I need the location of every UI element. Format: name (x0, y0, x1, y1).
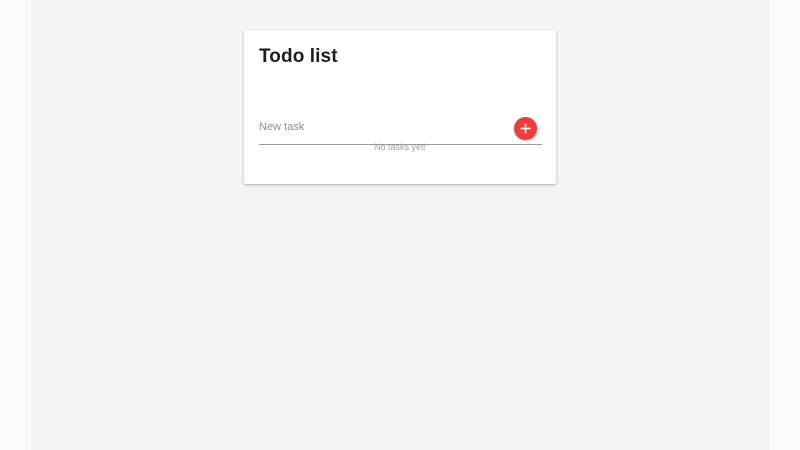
todo-card: Todo list No tasks yet! (244, 30, 556, 184)
plus-icon (520, 123, 531, 134)
add-task-button[interactable] (514, 117, 537, 140)
new-task-input-row (259, 112, 542, 145)
empty-state-message: No tasks yet! (373, 142, 427, 152)
page-title: Todo list (259, 46, 338, 67)
new-task-input[interactable] (259, 116, 499, 138)
